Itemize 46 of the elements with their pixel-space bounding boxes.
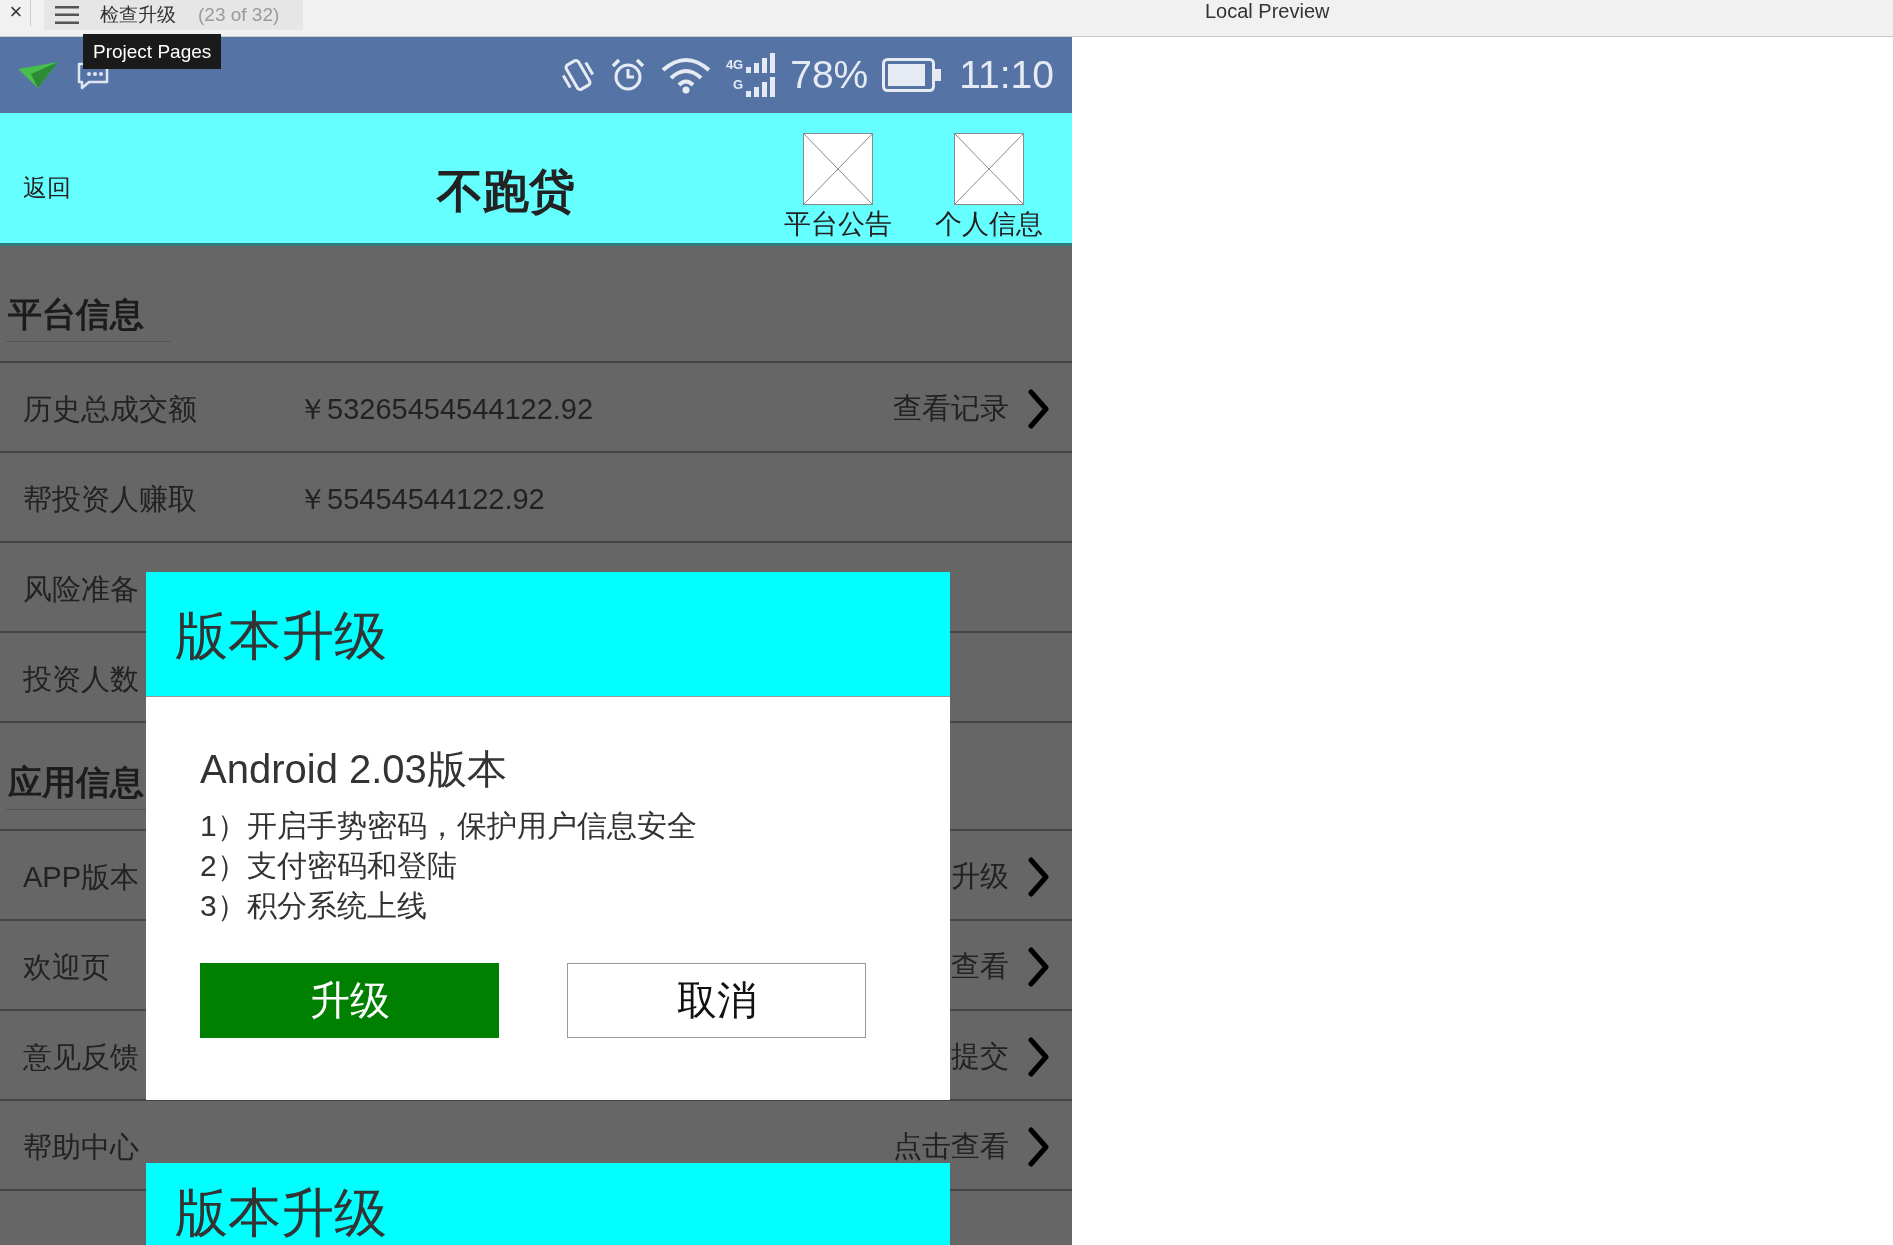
vibrate-icon xyxy=(559,56,596,94)
image-placeholder-icon xyxy=(803,133,873,205)
menu-icon xyxy=(55,6,79,24)
chevron-right-icon xyxy=(1028,388,1050,429)
chevron-right-icon xyxy=(1028,856,1050,897)
chevron-right-icon xyxy=(1028,1036,1050,1077)
release-note: 3）积分系统上线 xyxy=(200,888,427,924)
version-text: Android 2.03版本 xyxy=(200,746,507,793)
alarm-clock-icon xyxy=(609,57,646,93)
wifi-icon xyxy=(659,56,712,94)
section-heading: 应用信息 xyxy=(7,762,144,803)
chevron-right-icon xyxy=(1028,1126,1050,1167)
signal-icon xyxy=(746,53,777,97)
header-nav-button[interactable]: 平台公告 xyxy=(778,113,898,239)
row-label: 帮投资人赚取 xyxy=(23,483,197,514)
row-label: APP版本 xyxy=(23,861,140,892)
row-label: 帮助中心 xyxy=(23,1131,139,1162)
release-note: 2）支付密码和登陆 xyxy=(200,848,457,884)
row-label: 投资人数 xyxy=(23,663,139,694)
chevron-right-icon xyxy=(1028,946,1050,987)
page-tab[interactable]: 检查升级 (23 of 32) xyxy=(44,0,303,30)
network-label: 4G xyxy=(725,56,744,74)
app-title: 不跑贷 xyxy=(437,166,575,216)
cancel-button[interactable]: 取消 xyxy=(567,963,866,1038)
tooltip: Project Pages xyxy=(83,34,222,69)
dialog-title: 版本升级 xyxy=(175,1184,387,1242)
row-label: 欢迎页 xyxy=(23,951,110,982)
row-label: 风险准备 xyxy=(23,573,139,604)
row-label: 历史总成交额 xyxy=(23,393,197,424)
row-value: ￥55454544122.92 xyxy=(298,483,545,514)
row-value: ￥53265454544122.92 xyxy=(298,393,594,424)
network-label: G xyxy=(733,76,744,94)
dialog-title: 版本升级 xyxy=(175,607,387,665)
header-nav-button[interactable]: 个人信息 xyxy=(929,113,1049,239)
row-label: 意见反馈 xyxy=(23,1041,139,1072)
release-note: 1）开启手势密码，保护用户信息安全 xyxy=(200,808,697,844)
confirm-button[interactable]: 升级 xyxy=(200,963,499,1038)
window-title: Local Preview xyxy=(1205,0,1330,22)
status-time: 11:10 xyxy=(959,53,1054,97)
image-placeholder-icon xyxy=(954,133,1024,205)
close-button[interactable]: × xyxy=(2,0,31,26)
battery-percent: 78% xyxy=(790,53,869,97)
paper-plane-icon xyxy=(18,62,58,88)
section-heading: 平台信息 xyxy=(7,294,144,335)
battery-icon xyxy=(882,58,942,92)
back-button[interactable]: 返回 xyxy=(23,175,71,201)
